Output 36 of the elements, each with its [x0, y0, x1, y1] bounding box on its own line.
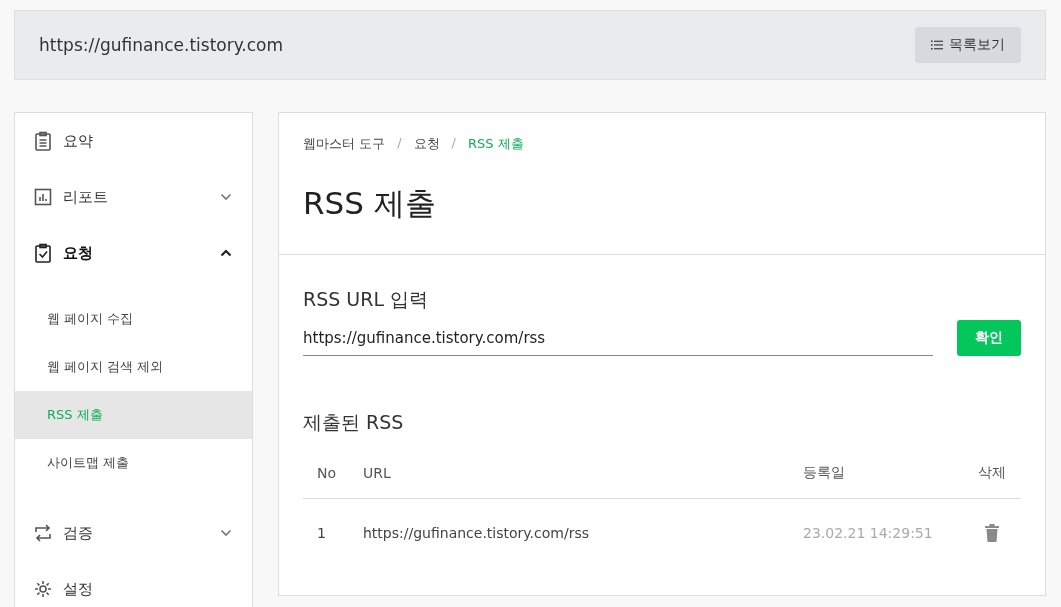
submenu-item[interactable]: 웹 페이지 검색 제외 [15, 343, 252, 391]
column-header: 삭제 [977, 464, 1007, 482]
column-header: URL [363, 465, 392, 481]
breadcrumb-link[interactable]: 요청 [413, 135, 440, 153]
sidebar-item[interactable]: 요약 [15, 113, 252, 169]
section-heading: RSS URL 입력 [303, 287, 430, 312]
clipboard-icon [33, 131, 53, 151]
menu-label: 설정 [63, 579, 94, 599]
site-url: https://gufinance.tistory.com [39, 35, 284, 55]
submenu-item[interactable]: 웹 페이지 수집 [15, 295, 252, 343]
submenu-item[interactable]: 사이트맵 제출 [15, 439, 252, 487]
page-title: RSS 제출 [303, 184, 437, 223]
sidebar-item[interactable]: 설정 [15, 561, 252, 607]
list-icon [931, 40, 943, 50]
column-header: No [316, 465, 338, 481]
table-cell-text: 23.02.21 14:29:51 [803, 525, 934, 541]
sidebar-item[interactable]: 리포트 [15, 169, 252, 225]
sidebar-item[interactable]: 요청 [15, 225, 252, 281]
trash-icon[interactable] [985, 524, 999, 542]
breadcrumb-separator: / [397, 135, 402, 152]
breadcrumb-link[interactable]: 웹마스터 도구 [303, 135, 386, 153]
arrows-icon [33, 523, 53, 543]
section-heading: 제출된 RSS [303, 410, 405, 435]
bar-chart-icon [33, 187, 53, 207]
table-cell-text: 1 [316, 525, 327, 541]
sidebar-item[interactable]: 검증 [15, 505, 252, 561]
settings-icon [33, 579, 53, 599]
table-cell-text: https://gufinance.tistory.com/rss [363, 525, 591, 541]
breadcrumb-separator: / [451, 135, 456, 152]
menu-label: 요약 [63, 131, 94, 151]
list-button[interactable]: 목록보기 [915, 27, 1021, 63]
menu-label: 요청 [63, 243, 94, 263]
column-header: 등록일 [803, 464, 846, 482]
menu-label: 검증 [63, 523, 94, 543]
menu-label: 리포트 [63, 187, 109, 207]
clipboard-check-icon [33, 243, 53, 263]
